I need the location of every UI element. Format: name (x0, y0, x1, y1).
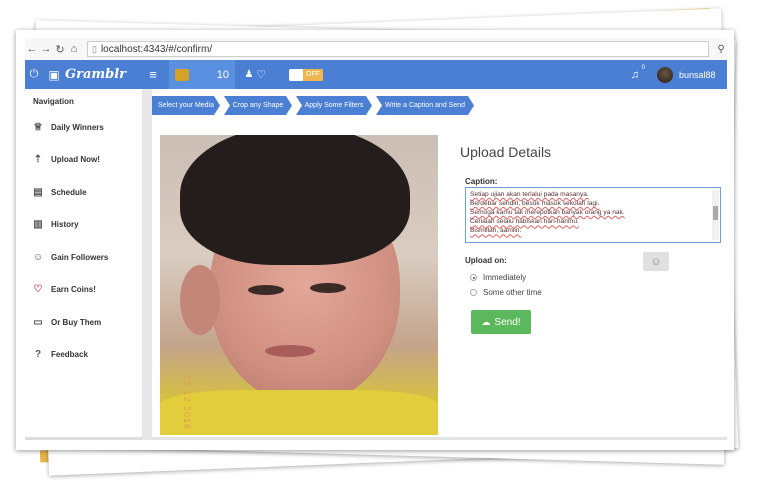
smile-icon: ☺ (650, 255, 662, 268)
notification-count: 0 (641, 64, 645, 71)
emoji-button[interactable]: ☺ (643, 252, 669, 271)
step-select-media[interactable]: Select your Media (152, 96, 220, 115)
key-icon[interactable]: ⚲ (715, 44, 727, 55)
url-text: localhost:4343/#/confirm/ (100, 43, 213, 55)
coins-icon (175, 68, 189, 81)
radio-button[interactable] (470, 274, 477, 281)
caption-line: Ceriaiah selalu habiskan hari-harimu. (470, 218, 579, 226)
coins-value: 10 (216, 68, 229, 81)
caption-scrollbar[interactable] (712, 190, 719, 240)
sidebar-item-label: Feedback (51, 350, 88, 360)
camera-plus-icon[interactable]: ▣ (43, 68, 65, 82)
toggle-label: OFF (303, 68, 323, 81)
sidebar-item-upload-now[interactable]: ⇡ Upload Now! (25, 144, 142, 177)
main-content: Select your Media Crop any Shape Apply S… (143, 89, 727, 440)
browser-toolbar: ← → ↻ ⌂ ▯ localhost:4343/#/confirm/ ⚲ (25, 38, 727, 61)
avatar[interactable] (657, 66, 673, 83)
sidebar-scrollbar[interactable] (25, 437, 142, 440)
content-gutter (143, 89, 152, 440)
sidebar: Navigation ♕ Daily Winners ⇡ Upload Now!… (25, 89, 143, 440)
option-label: Immediately (483, 273, 527, 282)
caption-label: Caption: (465, 177, 498, 186)
sidebar-item-gain-followers[interactable]: ☺ Gain Followers (25, 241, 142, 274)
caption-line: Bismillah, aamiin. (470, 227, 522, 235)
step-breadcrumb: Select your Media Crop any Shape Apply S… (152, 96, 478, 115)
send-label: Send! (494, 316, 521, 328)
sidebar-item-earn-coins[interactable]: ♡ Earn Coins! (25, 274, 142, 307)
heart-icon: ♡ (33, 284, 43, 296)
username[interactable]: bunsal88 (679, 70, 727, 80)
upload-icon: ⇡ (33, 154, 43, 166)
sidebar-item-label: Schedule (51, 187, 87, 197)
auto-toggle[interactable]: OFF (289, 68, 323, 81)
sidebar-item-schedule[interactable]: ▤ Schedule (25, 176, 142, 209)
sidebar-item-label: History (51, 220, 79, 230)
sidebar-item-daily-winners[interactable]: ♕ Daily Winners (25, 111, 142, 144)
photo-date-stamp: 22 12 2016 (182, 375, 192, 431)
caption-line: Setiap ujian akan terlalui pada masanya. (470, 191, 589, 198)
wallet-icon: ▭ (33, 316, 43, 328)
step-caption-send[interactable]: Write a Caption and Send (376, 96, 474, 115)
bell-icon[interactable]: ♟ (243, 69, 255, 80)
radio-button[interactable] (470, 289, 477, 296)
back-icon[interactable]: ← (25, 43, 39, 55)
send-button[interactable]: ☁ Send! (471, 310, 531, 334)
upload-details-title: Upload Details (460, 144, 552, 160)
caption-line: Semoga kamu tak merepotkan banyak orang … (470, 209, 625, 217)
address-bar[interactable]: ▯ localhost:4343/#/confirm/ (87, 41, 709, 57)
sidebar-title: Navigation (33, 97, 74, 106)
content-scrollbar[interactable] (152, 437, 727, 440)
sidebar-item-label: Earn Coins! (51, 285, 96, 295)
coins-counter[interactable]: 10 (169, 60, 235, 89)
caption-textarea[interactable]: Setiap ujian akan terlalui pada masanya.… (465, 187, 721, 243)
notification-bell-icon[interactable]: ♫ 0 (627, 65, 645, 81)
caption-line: Berdebar sendiri, besok masuk sekolah la… (470, 200, 600, 208)
screenshot-frame: ← → ↻ ⌂ ▯ localhost:4343/#/confirm/ ⚲ ⏻ … (16, 30, 734, 450)
history-icon: ▥ (33, 219, 43, 231)
cloud-upload-icon: ☁ (481, 316, 491, 327)
sidebar-item-label: Or Buy Them (51, 317, 102, 327)
heart-outline-icon[interactable]: ♡ (255, 68, 267, 81)
power-icon[interactable]: ⏻ (25, 68, 43, 81)
question-icon: ? (34, 349, 42, 361)
media-preview: 22 12 2016 (160, 135, 438, 435)
forward-icon[interactable]: → (39, 43, 53, 55)
trophy-icon: ♕ (33, 121, 43, 133)
app-header: ⏻ ▣ Gramblr ≡ 10 ♟ ♡ OFF ♫ 0 bunsal88 (25, 60, 727, 89)
menu-icon[interactable]: ≡ (143, 67, 163, 82)
page-icon: ▯ (92, 43, 97, 54)
option-immediately[interactable]: Immediately (470, 273, 526, 282)
upload-on-label: Upload on: (465, 256, 507, 265)
calendar-icon: ▤ (33, 186, 43, 198)
option-label: Some other time (483, 288, 542, 297)
app-logo: Gramblr (65, 67, 127, 82)
sidebar-item-label: Gain Followers (51, 252, 109, 262)
sidebar-item-feedback[interactable]: ? Feedback (25, 339, 142, 372)
step-filters[interactable]: Apply Some Filters (296, 96, 372, 115)
user-icon: ☺ (32, 251, 44, 263)
home-icon[interactable]: ⌂ (67, 43, 81, 55)
sidebar-item-history[interactable]: ▥ History (25, 209, 142, 242)
step-crop[interactable]: Crop any Shape (224, 96, 292, 115)
toggle-knob (289, 68, 303, 81)
option-some-other-time[interactable]: Some other time (470, 288, 542, 297)
sidebar-item-buy-coins[interactable]: ▭ Or Buy Them (25, 306, 142, 339)
sidebar-item-label: Upload Now! (51, 155, 100, 165)
reload-icon[interactable]: ↻ (53, 43, 67, 56)
sidebar-item-label: Daily Winners (51, 122, 104, 132)
